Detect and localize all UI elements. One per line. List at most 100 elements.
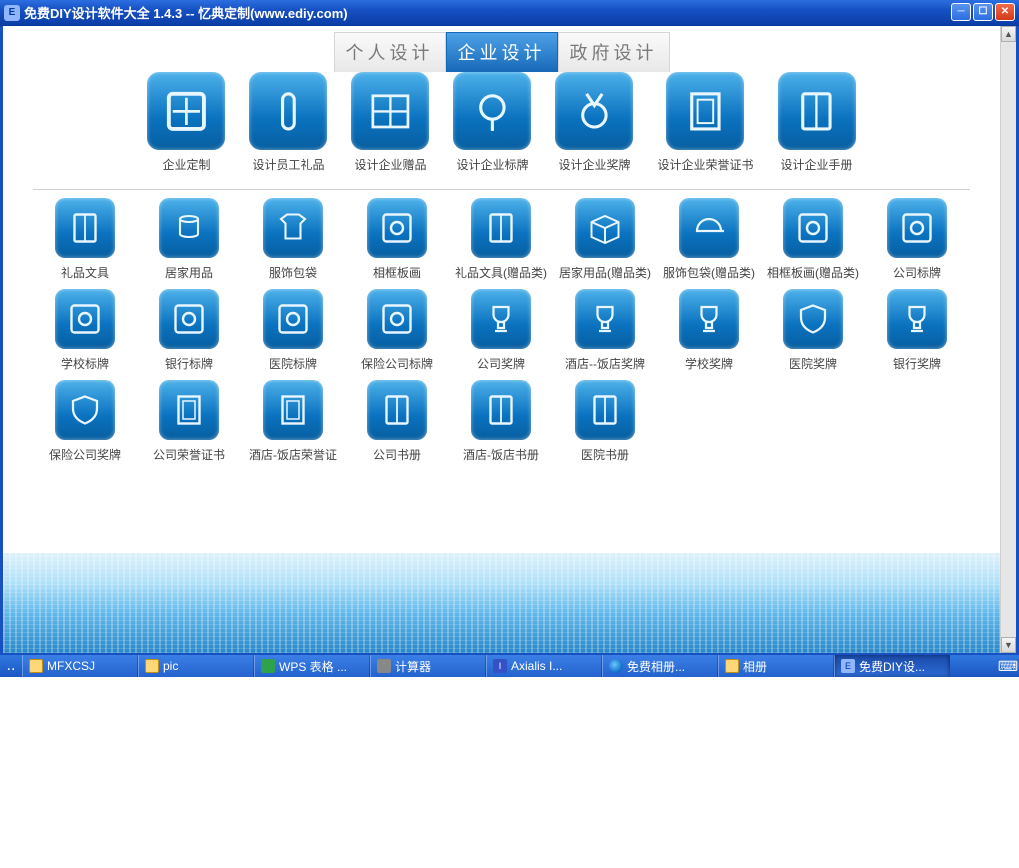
- category-item[interactable]: 相框板画(赠品类): [761, 198, 865, 281]
- category-item[interactable]: 服饰包袋: [241, 198, 345, 281]
- app-icon: E: [4, 5, 20, 21]
- taskbar-button[interactable]: MFXCSJ: [22, 655, 138, 677]
- category-label: 设计企业荣誉证书: [657, 156, 753, 173]
- category-item[interactable]: 服饰包袋(赠品类): [657, 198, 761, 281]
- category-label: 公司荣誉证书: [137, 446, 241, 463]
- category-item[interactable]: 学校标牌: [33, 289, 137, 372]
- book-icon: [778, 72, 856, 150]
- taskbar: .. MFXCSJ pic WPS 表格 ... 计算器IAxialis I...免费…: [0, 655, 1019, 677]
- category-label: 公司标牌: [865, 264, 969, 281]
- maximize-button[interactable]: ☐: [973, 3, 993, 21]
- category-label: 学校标牌: [33, 355, 137, 372]
- category-label: 设计员工礼品: [249, 156, 327, 173]
- category-item[interactable]: 设计企业赠品: [351, 72, 429, 173]
- taskbar-button[interactable]: 相册: [718, 655, 834, 677]
- taskbar-label: pic: [163, 659, 178, 673]
- category-item[interactable]: 酒店-饭店荣誉证: [241, 380, 345, 463]
- app-icon: E: [841, 659, 855, 673]
- taskbar-button[interactable]: WPS 表格 ...: [254, 655, 370, 677]
- category-item[interactable]: 企业定制: [147, 72, 225, 173]
- footer-water: [3, 553, 1000, 653]
- category-label: 保险公司标牌: [345, 355, 449, 372]
- close-button[interactable]: ✕: [995, 3, 1015, 21]
- shelf-icon: [351, 72, 429, 150]
- plaque-h-icon: [887, 198, 947, 258]
- category-grid: 礼品文具居家用品服饰包袋相框板画礼品文具(赠品类)居家用品(赠品类)服饰包袋(赠…: [3, 198, 1000, 471]
- calc-icon: [377, 659, 391, 673]
- trophy2-icon: [679, 289, 739, 349]
- vertical-scrollbar[interactable]: ▲ ▼: [1000, 26, 1016, 653]
- notebook-icon: [471, 198, 531, 258]
- scroll-up-button[interactable]: ▲: [1001, 26, 1016, 42]
- cert2-icon: [159, 380, 219, 440]
- category-item[interactable]: 公司标牌: [865, 198, 969, 281]
- cap-icon: [679, 198, 739, 258]
- category-item[interactable]: 保险公司奖牌: [33, 380, 137, 463]
- tray-keyboard-icon[interactable]: ⌨: [997, 655, 1019, 677]
- book2-icon: [367, 380, 427, 440]
- folder-icon: [145, 659, 159, 673]
- category-label: 公司奖牌: [449, 355, 553, 372]
- window-title: 免费DIY设计软件大全 1.4.3 -- 忆典定制(www.ediy.com): [24, 3, 348, 22]
- cert3-icon: [263, 380, 323, 440]
- category-item[interactable]: 公司书册: [345, 380, 449, 463]
- category-label: 相框板画: [345, 264, 449, 281]
- taskbar-button[interactable]: 免费相册...: [602, 655, 718, 677]
- bottle-icon: [249, 72, 327, 150]
- category-label: 服饰包袋: [241, 264, 345, 281]
- book3-icon: [471, 380, 531, 440]
- divider: [33, 189, 970, 190]
- category-item[interactable]: 医院书册: [553, 380, 657, 463]
- category-item[interactable]: 设计企业奖牌: [555, 72, 633, 173]
- shield-icon: [783, 289, 843, 349]
- category-item[interactable]: 学校奖牌: [657, 289, 761, 372]
- category-item[interactable]: 礼品文具: [33, 198, 137, 281]
- trophy-icon: [471, 289, 531, 349]
- category-item[interactable]: 酒店-饭店书册: [449, 380, 553, 463]
- category-item[interactable]: 公司荣誉证书: [137, 380, 241, 463]
- category-label: 酒店-饭店荣誉证: [241, 446, 345, 463]
- category-item[interactable]: 酒店--饭店奖牌: [553, 289, 657, 372]
- tab-government[interactable]: 政府设计: [558, 32, 670, 72]
- category-item[interactable]: 设计企业手册: [778, 72, 856, 173]
- tab-personal[interactable]: 个人设计: [334, 32, 446, 72]
- category-item[interactable]: 公司奖牌: [449, 289, 553, 372]
- taskbar-separator: ..: [0, 655, 22, 677]
- category-label: 学校奖牌: [657, 355, 761, 372]
- category-label: 保险公司奖牌: [33, 446, 137, 463]
- book4-icon: [575, 380, 635, 440]
- taskbar-label: MFXCSJ: [47, 659, 95, 673]
- category-item[interactable]: 医院标牌: [241, 289, 345, 372]
- tab-enterprise[interactable]: 企业设计: [446, 32, 558, 72]
- minimize-button[interactable]: ─: [951, 3, 971, 21]
- category-item[interactable]: 相框板画: [345, 198, 449, 281]
- category-item[interactable]: 设计企业荣誉证书: [657, 72, 753, 173]
- category-item[interactable]: 居家用品(赠品类): [553, 198, 657, 281]
- category-item[interactable]: 保险公司标牌: [345, 289, 449, 372]
- category-item[interactable]: 银行标牌: [137, 289, 241, 372]
- taskbar-button[interactable]: E免费DIY设...: [834, 655, 950, 677]
- category-item[interactable]: 医院奖牌: [761, 289, 865, 372]
- category-item[interactable]: 居家用品: [137, 198, 241, 281]
- taskbar-button[interactable]: 计算器: [370, 655, 486, 677]
- category-label: 设计企业奖牌: [555, 156, 633, 173]
- taskbar-label: WPS 表格 ...: [279, 658, 347, 675]
- taskbar-button[interactable]: pic: [138, 655, 254, 677]
- category-label: 设计企业标牌: [453, 156, 531, 173]
- ie-icon: [609, 659, 623, 673]
- category-label: 设计企业手册: [778, 156, 856, 173]
- taskbar-button[interactable]: IAxialis I...: [486, 655, 602, 677]
- trophy3-icon: [887, 289, 947, 349]
- category-item[interactable]: 设计员工礼品: [249, 72, 327, 173]
- scroll-down-button[interactable]: ▼: [1001, 637, 1016, 653]
- folder-icon: [29, 659, 43, 673]
- category-item[interactable]: 礼品文具(赠品类): [449, 198, 553, 281]
- wps-icon: [261, 659, 275, 673]
- category-label: 银行标牌: [137, 355, 241, 372]
- category-label: 公司书册: [345, 446, 449, 463]
- category-item[interactable]: 设计企业标牌: [453, 72, 531, 173]
- category-item[interactable]: 银行奖牌: [865, 289, 969, 372]
- shield2-icon: [55, 380, 115, 440]
- category-label: 设计企业赠品: [351, 156, 429, 173]
- cert-icon: [666, 72, 744, 150]
